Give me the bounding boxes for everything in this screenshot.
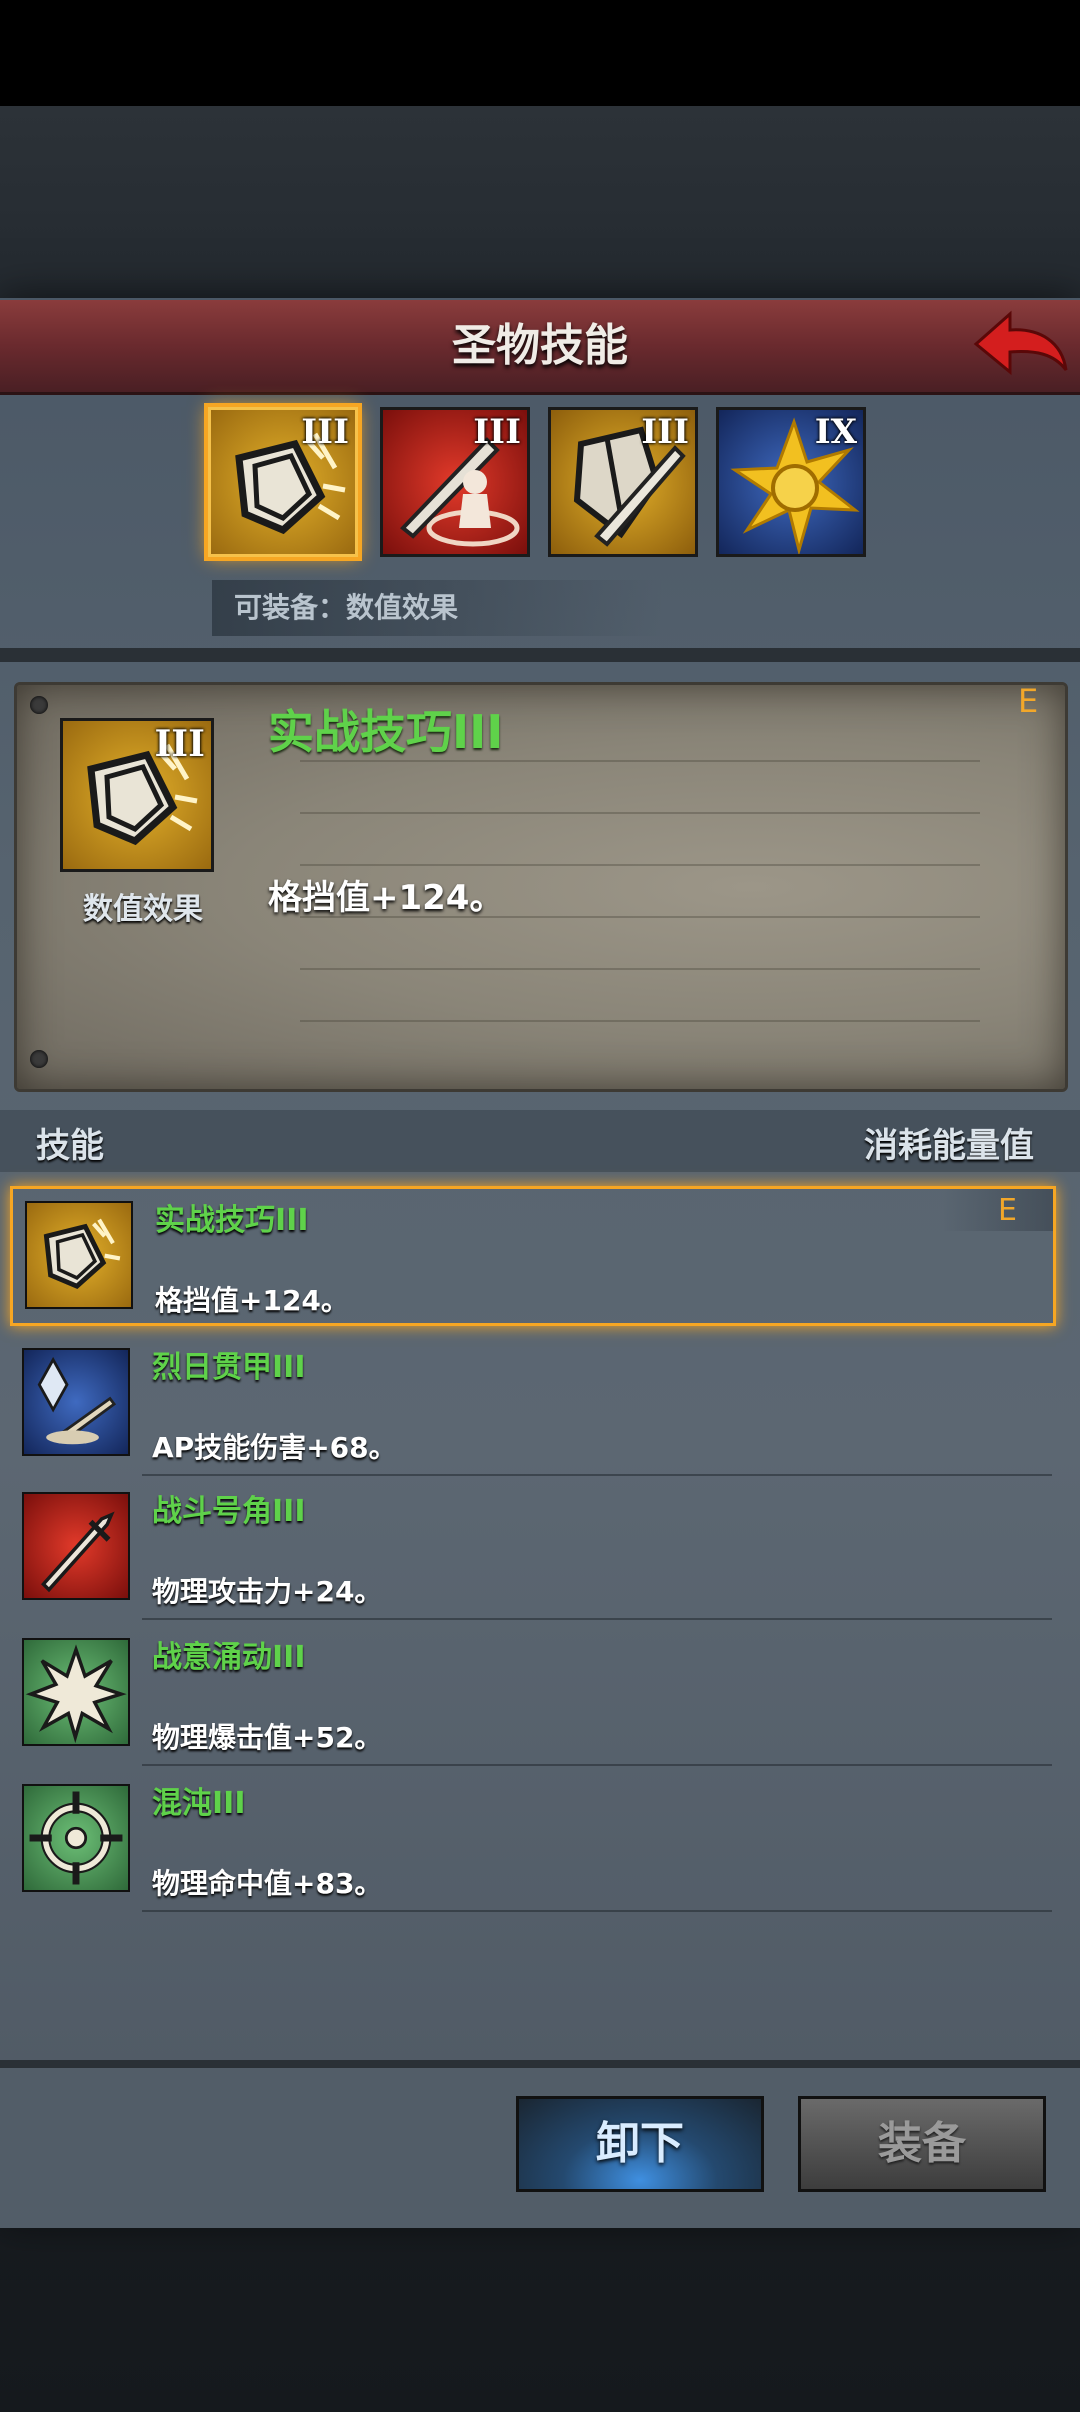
page-title: 圣物技能 (452, 320, 628, 371)
starburst-icon (25, 1644, 127, 1744)
skill-name: 战斗号角III (152, 1494, 306, 1529)
back-arrow-icon (973, 310, 1068, 376)
detail-skill-icon: III (60, 718, 214, 872)
status-bar (0, 0, 1080, 106)
row-divider (142, 1474, 1052, 1476)
detail-skill-name: 实战技巧III (268, 705, 504, 759)
tab-relic-4[interactable]: IX (716, 407, 866, 557)
equipped-mark: E (1018, 682, 1039, 720)
skill-row[interactable]: 混沌III 物理命中值+83。 (10, 1772, 1056, 1912)
tab-level: III (473, 412, 521, 452)
header-skill: 技能 (36, 1126, 104, 1166)
shield-break-icon (43, 1218, 121, 1290)
detail-rule (300, 812, 980, 814)
detail-rule (300, 968, 980, 970)
skill-desc: 格挡值+124。 (155, 1284, 349, 1317)
header-cost: 消耗能量值 (864, 1126, 1034, 1166)
skill-desc: 物理攻击力+24。 (152, 1575, 383, 1608)
skill-desc: 物理命中值+83。 (152, 1867, 383, 1900)
detail-level: III (154, 723, 205, 765)
equipped-mark: E (998, 1193, 1017, 1228)
skill-icon (22, 1638, 130, 1746)
divider (0, 648, 1080, 662)
detail-rule (300, 864, 980, 866)
back-button[interactable] (970, 306, 1070, 382)
skill-row[interactable]: 战斗号角III 物理攻击力+24。 (10, 1480, 1056, 1620)
skill-icon (22, 1784, 130, 1892)
detail-category: 数值效果 (83, 892, 203, 927)
tab-level: IX (814, 412, 857, 452)
unequip-button[interactable]: 卸下 (516, 2096, 764, 2192)
equip-button[interactable]: 装备 (798, 2096, 1046, 2192)
equip-hint: 可装备：数值效果 (212, 580, 664, 636)
tab-relic-2[interactable]: III (380, 407, 530, 557)
rivet (30, 696, 48, 714)
skill-name: 战意涌动III (152, 1640, 306, 1675)
skill-name: 烈日贯甲III (152, 1350, 306, 1385)
tab-level: III (301, 412, 349, 452)
skill-icon (22, 1348, 130, 1456)
skill-row[interactable]: 烈日贯甲III AP技能伤害+68。 (10, 1336, 1056, 1476)
crystal-sword-icon (37, 1356, 117, 1445)
sword-icon (41, 1511, 115, 1593)
crosshair-icon (29, 1791, 123, 1885)
skill-icon (22, 1492, 130, 1600)
row-divider (142, 1910, 1052, 1912)
relic-tabs: III III III IX (208, 407, 878, 565)
tab-relic-3[interactable]: III (548, 407, 698, 557)
skill-desc: AP技能伤害+68。 (152, 1431, 397, 1464)
skill-desc: 物理爆击值+52。 (152, 1721, 383, 1754)
skill-name: 混沌III (152, 1786, 246, 1821)
skill-icon (25, 1201, 133, 1309)
skill-name: 实战技巧III (155, 1203, 309, 1238)
detail-skill-desc: 格挡值+124。 (268, 878, 504, 918)
tab-level: III (641, 412, 689, 452)
tab-relic-1[interactable]: III (208, 407, 358, 557)
row-divider (142, 1764, 1052, 1766)
skill-row[interactable]: 实战技巧III 格挡值+124。 E (10, 1186, 1056, 1326)
rivet (30, 1050, 48, 1068)
row-divider (142, 1618, 1052, 1620)
detail-rule (300, 1020, 980, 1022)
skill-row[interactable]: 战意涌动III 物理爆击值+52。 (10, 1626, 1056, 1766)
